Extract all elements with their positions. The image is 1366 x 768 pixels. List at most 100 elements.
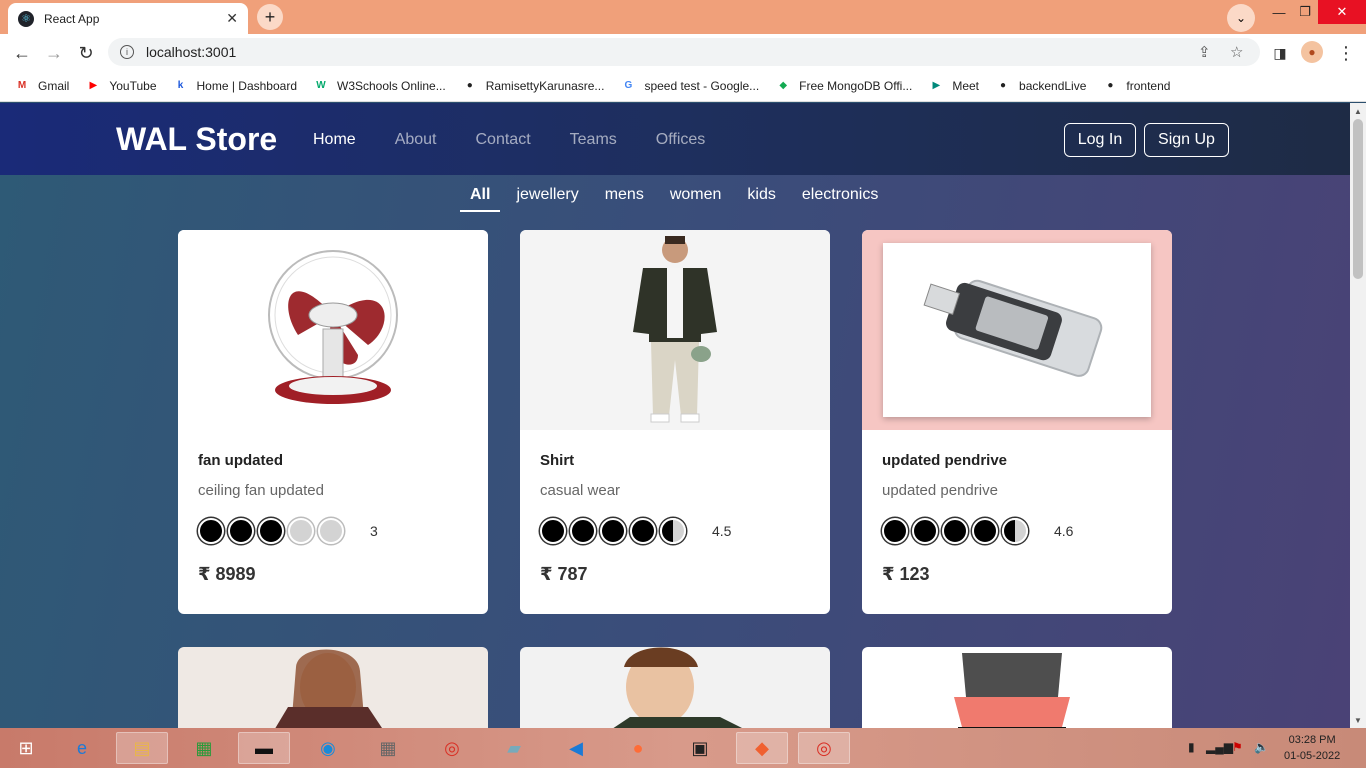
bookmark-star-icon[interactable]: ☆ (1230, 38, 1243, 66)
product-card[interactable] (520, 647, 830, 728)
internet-explorer-icon[interactable]: e (56, 732, 108, 764)
reload-icon[interactable]: ↻ (74, 41, 98, 65)
bookmark-item[interactable]: ● frontend (1102, 78, 1170, 94)
category-mens[interactable]: mens (605, 186, 644, 212)
start-icon[interactable]: ⊞ (0, 732, 52, 764)
chrome-icon[interactable]: ◎ (426, 732, 478, 764)
url-text: localhost:3001 (146, 44, 237, 60)
bookmark-item[interactable]: W W3Schools Online... (313, 78, 445, 94)
profile-avatar[interactable]: ● (1301, 41, 1323, 63)
system-clock[interactable]: 03:28 PM 01-05-2022 (1284, 732, 1340, 764)
product-price: ₹ 8989 (198, 564, 256, 584)
share-icon[interactable]: ⇪ (1198, 38, 1211, 66)
tab-search-button[interactable]: ⌄ (1227, 4, 1255, 32)
nav-link-home[interactable]: Home (313, 131, 356, 149)
bookmark-item[interactable]: ▶ Meet (928, 78, 979, 94)
rating-star-icon (630, 518, 656, 544)
bookmarks-bar: M Gmail ▶ YouTube k Home | Dashboard W W3School… (0, 70, 1366, 102)
battery-icon[interactable]: ▮ (1188, 740, 1195, 754)
close-window-button[interactable]: ✕ (1318, 0, 1366, 24)
category-all[interactable]: All (460, 186, 501, 212)
file-explorer-icon[interactable]: ▤ (116, 732, 168, 764)
rating-value: 3 (370, 523, 378, 539)
rating-star-icon (1002, 518, 1028, 544)
rating-value: 4.6 (1054, 523, 1074, 539)
bookmark-item[interactable]: Gspeed test - Google... (620, 78, 760, 94)
product-description: updated pendrive (882, 482, 998, 499)
nav-link-offices[interactable]: Offices (656, 131, 706, 149)
vscode-icon[interactable]: ◀ (550, 732, 602, 764)
bookmark-item[interactable]: ◆ Free MongoDB Offi... (775, 78, 912, 94)
brand-logo[interactable]: WAL Store (116, 121, 277, 158)
rating-star-icon (288, 518, 314, 544)
product-card[interactable] (178, 647, 488, 728)
nav-link-teams[interactable]: Teams (570, 131, 617, 149)
category-jewellery[interactable]: jewellery (516, 186, 578, 212)
network-icon[interactable]: ▂▄▆ (1206, 740, 1233, 754)
page-scrollbar[interactable]: ▲ ▼ (1350, 103, 1366, 728)
scrollbar-thumb[interactable] (1353, 119, 1363, 279)
product-description: casual wear (540, 482, 621, 499)
nav-links: Home About Contact Teams Offices (313, 131, 744, 149)
bookmark-item[interactable]: ● RamisettyKarunasre... (462, 78, 605, 94)
scroll-up-icon[interactable]: ▲ (1350, 103, 1366, 119)
bookmark-label: Free MongoDB Offi... (799, 78, 913, 93)
category-kids[interactable]: kids (747, 186, 775, 212)
product-title: Shirt (540, 452, 575, 469)
address-bar: ← → ↻ i localhost:3001 ⇪ ☆ ◨ ● ⋮ (0, 34, 1366, 70)
rating-stars: 4.6 (882, 518, 1073, 544)
rating-stars: 3 (198, 518, 378, 544)
rating-star-icon (972, 518, 998, 544)
bookmark-label: backendLive (1019, 78, 1087, 93)
git-icon[interactable]: ◆ (736, 732, 788, 764)
rating-star-icon (198, 518, 224, 544)
product-card[interactable] (862, 647, 1172, 728)
side-panel-icon[interactable]: ◨ (1268, 41, 1292, 65)
product-title: fan updated (198, 452, 283, 469)
back-icon[interactable]: ← (10, 41, 34, 65)
nav-link-contact[interactable]: Contact (476, 131, 531, 149)
edge-icon[interactable]: ◉ (302, 732, 354, 764)
bookmark-item[interactable]: ● backendLive (995, 78, 1086, 94)
rating-star-icon (258, 518, 284, 544)
github-icon: ● (1107, 80, 1114, 91)
postman-icon[interactable]: ● (612, 732, 664, 764)
bookmark-label: Home | Dashboard (196, 78, 298, 93)
forward-icon[interactable]: → (42, 41, 66, 65)
nav-link-about[interactable]: About (395, 131, 437, 149)
bookmark-item[interactable]: k Home | Dashboard (173, 78, 298, 94)
login-button[interactable]: Log In (1064, 123, 1136, 157)
product-title: updated pendrive (882, 452, 1008, 469)
signup-button[interactable]: Sign Up (1144, 123, 1229, 157)
site-info-icon[interactable]: i (120, 45, 134, 59)
react-icon: ⚛ (18, 10, 34, 27)
github-icon: ● (466, 80, 473, 91)
calculator-icon[interactable]: ▦ (362, 732, 414, 764)
rating-star-icon (318, 518, 344, 544)
notification-icon[interactable]: ⚑ (1232, 740, 1243, 754)
mongodb-icon: ◆ (779, 80, 788, 91)
product-card[interactable]: updated pendrive updated pendrive 4.6 ₹ … (862, 230, 1172, 614)
browser-titlebar: ⚛ React App ✕ + ⌄ — ❐ ✕ (0, 0, 1366, 34)
bookmark-label: speed test - Google... (644, 78, 760, 93)
bookmark-item[interactable]: M Gmail (14, 78, 70, 94)
terminal-icon[interactable]: ▬ (238, 732, 290, 764)
menu-icon[interactable]: ⋮ (1334, 41, 1358, 65)
new-tab-button[interactable]: + (257, 4, 283, 30)
notepad-icon[interactable]: ▰ (488, 732, 540, 764)
product-card[interactable]: fan updated ceiling fan updated 3 ₹ 8989 (178, 230, 488, 614)
chrome-profile-icon[interactable]: ◎ (798, 732, 850, 764)
product-card[interactable]: Shirt casual wear 4.5 ₹ 787 (520, 230, 830, 614)
category-women[interactable]: women (670, 186, 722, 212)
mysql-icon[interactable]: ▣ (674, 732, 726, 764)
bookmark-item[interactable]: ▶ YouTube (85, 78, 156, 94)
browser-tab[interactable]: ⚛ React App ✕ (8, 3, 248, 34)
rating-star-icon (882, 518, 908, 544)
store-icon[interactable]: ▦ (178, 732, 230, 764)
scroll-down-icon[interactable]: ▼ (1350, 712, 1366, 728)
url-input[interactable]: i localhost:3001 ⇪ ☆ (108, 38, 1260, 66)
close-tab-icon[interactable]: ✕ (226, 10, 238, 27)
category-electronics[interactable]: electronics (802, 186, 878, 212)
restore-button[interactable]: ❐ (1290, 0, 1320, 24)
volume-icon[interactable]: 🔈 (1254, 740, 1269, 754)
